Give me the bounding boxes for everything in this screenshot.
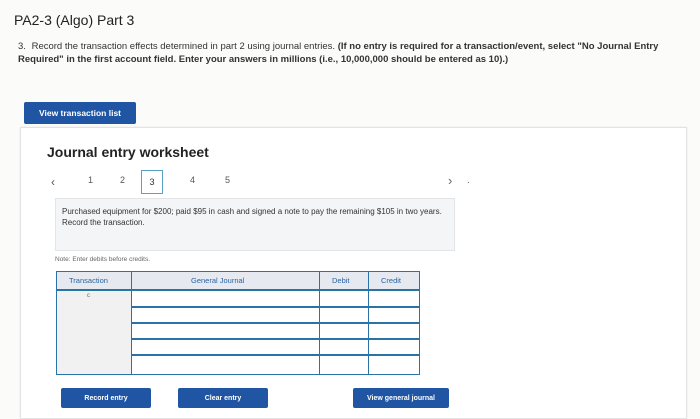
view-general-journal-button[interactable]: View general journal — [353, 388, 449, 408]
row-divider — [131, 322, 419, 324]
credit-field-5[interactable] — [370, 356, 418, 372]
page-title: PA2-3 (Algo) Part 3 — [14, 12, 135, 28]
credit-field-4[interactable] — [370, 340, 418, 354]
record-entry-button[interactable]: Record entry — [61, 388, 151, 408]
transaction-column: c — [57, 291, 132, 374]
step-2[interactable]: 2 — [120, 175, 125, 185]
debit-field-5[interactable] — [321, 356, 368, 372]
debits-note: Note: Enter debits before credits. — [55, 256, 151, 263]
header-transaction: Transaction — [69, 276, 108, 285]
question-instructions: 3. Record the transaction effects determ… — [18, 40, 683, 66]
row-divider — [131, 306, 419, 308]
transaction-description: Purchased equipment for $200; paid $95 i… — [62, 207, 442, 227]
account-field-5[interactable] — [133, 356, 319, 372]
row-divider — [131, 354, 419, 356]
column-divider — [368, 272, 369, 374]
view-transaction-list-button[interactable]: View transaction list — [24, 102, 136, 124]
header-credit: Credit — [381, 276, 402, 285]
debit-field-2[interactable] — [321, 308, 368, 322]
prev-chevron-icon[interactable]: ‹ — [51, 175, 55, 189]
row-divider — [131, 338, 419, 340]
journal-table: Transaction General Journal Debit Credit… — [56, 271, 420, 375]
credit-field-3[interactable] — [370, 324, 418, 338]
step-5[interactable]: 5 — [225, 175, 230, 185]
account-field-1[interactable] — [133, 292, 319, 306]
journal-table-header: Transaction General Journal Debit Credit — [57, 272, 419, 291]
account-field-4[interactable] — [133, 340, 319, 354]
debit-field-1[interactable] — [321, 292, 368, 306]
journal-entry-worksheet-panel: Journal entry worksheet ‹ 1 2 3 4 5 › . … — [20, 127, 687, 419]
clear-entry-button[interactable]: Clear entry — [178, 388, 268, 408]
account-field-3[interactable] — [133, 324, 319, 338]
worksheet-title: Journal entry worksheet — [47, 144, 209, 160]
header-debit: Debit — [332, 276, 350, 285]
column-divider — [319, 272, 320, 374]
credit-field-2[interactable] — [370, 308, 418, 322]
debit-field-3[interactable] — [321, 324, 368, 338]
next-dot: . — [467, 175, 470, 186]
next-chevron-icon[interactable]: › — [448, 173, 452, 188]
question-number: 3. — [18, 41, 26, 52]
transaction-description-box: Purchased equipment for $200; paid $95 i… — [55, 198, 455, 251]
credit-field-1[interactable] — [370, 292, 418, 306]
debit-field-4[interactable] — [321, 340, 368, 354]
transaction-value: c — [87, 293, 90, 299]
step-3-label: 3 — [149, 177, 155, 187]
question-text: Record the transaction effects determine… — [31, 41, 336, 52]
account-field-2[interactable] — [133, 308, 319, 322]
step-3-active[interactable]: 3 — [141, 170, 163, 194]
step-4[interactable]: 4 — [190, 175, 195, 185]
step-1[interactable]: 1 — [88, 175, 93, 185]
column-divider — [131, 272, 132, 374]
header-general-journal: General Journal — [191, 276, 245, 285]
